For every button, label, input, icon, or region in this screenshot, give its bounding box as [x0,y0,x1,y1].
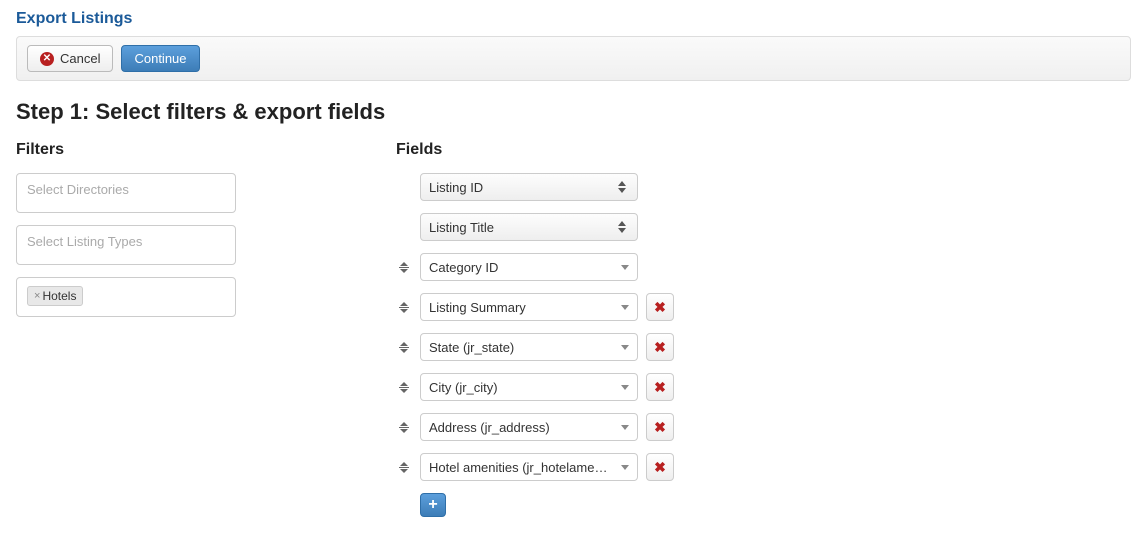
field-label: Hotel amenities (jr_hotelameni… [429,460,609,475]
chevron-down-icon [621,465,629,470]
field-row: Category ID [396,253,1131,281]
cancel-button[interactable]: ✕ Cancel [27,45,113,72]
continue-label: Continue [134,51,186,66]
field-select-listing-id[interactable]: Listing ID [420,173,638,201]
field-select-listing-title[interactable]: Listing Title [420,213,638,241]
drag-handle-icon[interactable] [396,419,412,435]
field-select-listing-summary[interactable]: Listing Summary [420,293,638,321]
close-icon: ✖ [654,339,666,356]
continue-button[interactable]: Continue [121,45,199,72]
directories-input[interactable]: Select Directories [16,173,236,213]
field-label: Listing Summary [429,300,526,315]
field-select-state[interactable]: State (jr_state) [420,333,638,361]
field-label: Listing Title [429,220,494,235]
chevron-down-icon [621,265,629,270]
chevron-down-icon [621,425,629,430]
listing-types-input[interactable]: Select Listing Types [16,225,236,265]
field-row: Hotel amenities (jr_hotelameni… ✖ [396,453,1131,481]
field-select-hotel-amenities[interactable]: Hotel amenities (jr_hotelameni… [420,453,638,481]
remove-field-button[interactable]: ✖ [646,293,674,321]
field-label: Category ID [429,260,498,275]
categories-input[interactable]: × Hotels [16,277,236,317]
field-label: Listing ID [429,180,483,195]
filters-heading: Filters [16,141,376,159]
step-heading: Step 1: Select filters & export fields [16,99,1131,125]
directories-placeholder: Select Directories [27,182,129,197]
cancel-icon: ✕ [40,52,54,66]
tag-remove-icon[interactable]: × [34,290,40,302]
field-label: City (jr_city) [429,380,498,395]
drag-handle-icon[interactable] [396,379,412,395]
fields-column: Fields Listing ID Listing Title [396,141,1131,517]
add-field-button[interactable]: + [420,493,446,517]
toolbar: ✕ Cancel Continue [16,36,1131,81]
chevron-down-icon [621,305,629,310]
page-title: Export Listings [16,10,1131,28]
field-row: Listing Summary ✖ [396,293,1131,321]
field-label: State (jr_state) [429,340,514,355]
chevron-down-icon [621,385,629,390]
field-row-locked: Listing Title [396,213,1131,241]
listing-types-placeholder: Select Listing Types [27,234,142,249]
remove-field-button[interactable]: ✖ [646,333,674,361]
drag-handle-icon[interactable] [396,339,412,355]
field-select-address[interactable]: Address (jr_address) [420,413,638,441]
drag-handle-icon[interactable] [396,459,412,475]
field-row: Address (jr_address) ✖ [396,413,1131,441]
tag-label: Hotels [42,289,76,303]
remove-field-button[interactable]: ✖ [646,373,674,401]
remove-field-button[interactable]: ✖ [646,453,674,481]
stepper-icon [615,181,629,193]
field-row: State (jr_state) ✖ [396,333,1131,361]
cancel-label: Cancel [60,51,100,66]
close-icon: ✖ [654,459,666,476]
remove-field-button[interactable]: ✖ [646,413,674,441]
drag-handle-icon[interactable] [396,259,412,275]
field-label: Address (jr_address) [429,420,550,435]
field-row-locked: Listing ID [396,173,1131,201]
filters-column: Filters Select Directories Select Listin… [16,141,376,517]
category-tag[interactable]: × Hotels [27,286,83,306]
stepper-icon [615,221,629,233]
plus-icon: + [428,496,437,514]
close-icon: ✖ [654,299,666,316]
chevron-down-icon [621,345,629,350]
field-select-category-id[interactable]: Category ID [420,253,638,281]
fields-heading: Fields [396,141,1131,159]
close-icon: ✖ [654,419,666,436]
close-icon: ✖ [654,379,666,396]
field-select-city[interactable]: City (jr_city) [420,373,638,401]
drag-handle-icon[interactable] [396,299,412,315]
field-row: City (jr_city) ✖ [396,373,1131,401]
